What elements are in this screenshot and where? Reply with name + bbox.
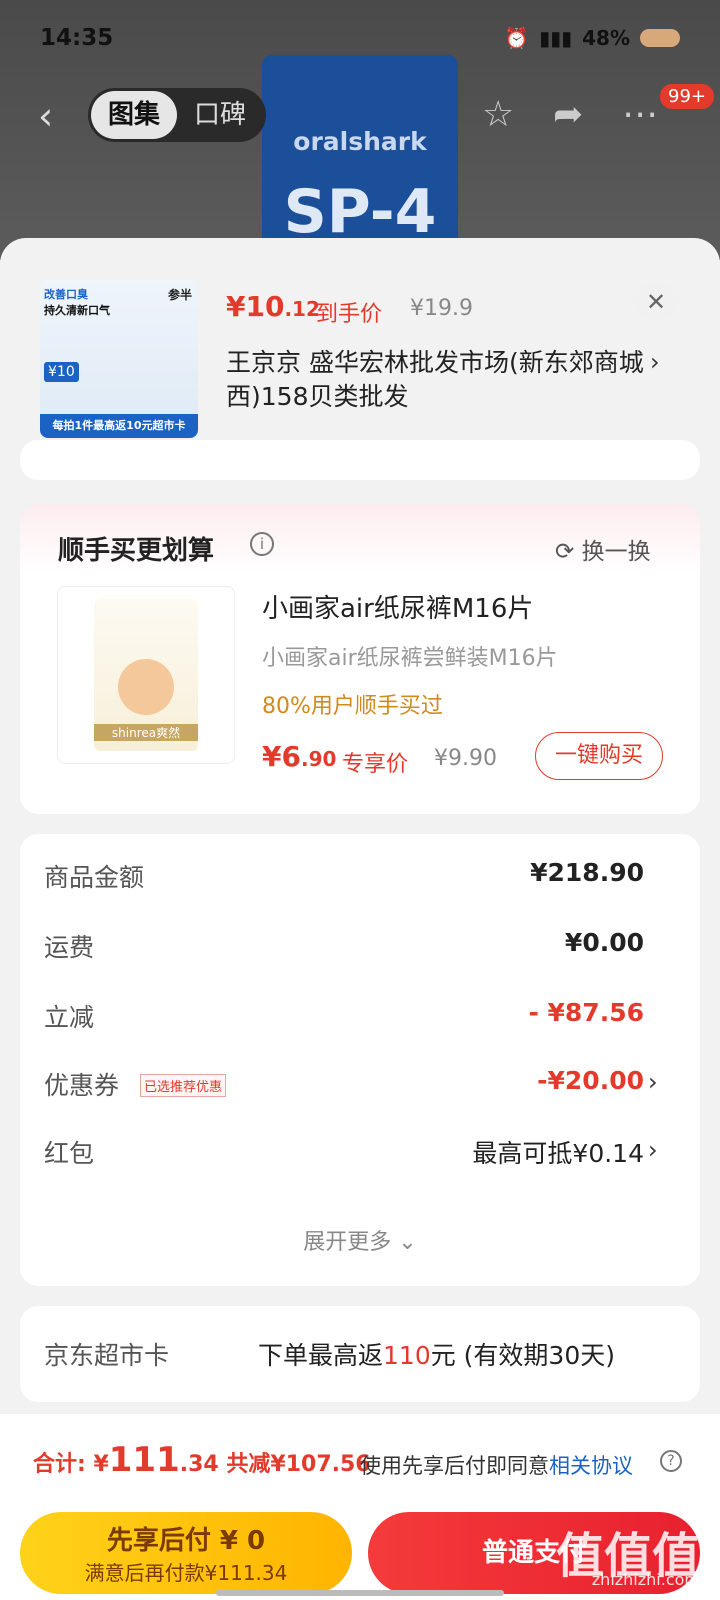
watermark-url: zhizhizhi.com <box>591 1570 700 1589</box>
discount-label: 立减 <box>44 1003 95 1032</box>
coupon-value: -¥20.00 <box>537 1066 644 1095</box>
top-nav: ‹ 图集 口碑 ☆ ➦ ⋯ <box>0 86 720 142</box>
original-price: ¥19.9 <box>410 296 473 321</box>
recommend-title: 顺手买更划算 <box>58 536 215 566</box>
jd-post: 元 (有效期30天) <box>430 1341 615 1370</box>
jd-card-label: 京东超市卡 <box>44 1341 170 1370</box>
diaper-box: shinrea爽然 <box>94 599 198 751</box>
coupon-label: 优惠券 <box>44 1071 120 1100</box>
pay-later-sub: 满意后再付款¥111.34 <box>84 1561 288 1585</box>
product-card-bottom <box>20 440 700 480</box>
discount-value: - ¥87.56 <box>528 998 644 1027</box>
final-price: ¥10.12 <box>226 290 320 323</box>
status-time: 14:35 <box>40 25 114 51</box>
agreement-text: 使用先享后付即同意相关协议 <box>360 1450 633 1480</box>
price-dec: .12 <box>284 297 320 321</box>
refresh-icon: ⟳ <box>555 539 582 565</box>
agree-pre: 使用先享后付即同意 <box>360 1454 549 1478</box>
shop-name[interactable]: 王京京 盛华宏林批发市场(新东郊商城西)158贝类批发 <box>226 346 656 414</box>
shipping-row: 运费 ¥0.00 <box>44 928 684 968</box>
rprice-int: ¥6 <box>262 740 301 773</box>
alarm-icon: ⏰ <box>504 26 530 50</box>
thumb-text: 改善口臭 <box>44 288 88 301</box>
total-int: 111 <box>108 1440 180 1480</box>
redpack-label: 红包 <box>44 1139 95 1168</box>
goods-amount-row: 商品金额 ¥218.90 <box>44 858 684 898</box>
product-thumbnail[interactable]: 改善口臭 持久清新口气 参半 ¥10 每拍1件最高返10元超市卡 <box>40 280 198 438</box>
battery-level: 48% <box>582 26 630 50</box>
star-icon[interactable]: ☆ <box>482 94 514 135</box>
total-label: 合计: ¥ <box>33 1452 109 1477</box>
thumb-banner: 每拍1件最高返10元超市卡 <box>40 414 198 438</box>
message-badge: 99+ <box>660 84 714 109</box>
thumb-price: ¥10 <box>44 362 79 382</box>
agreement-link[interactable]: 相关协议 <box>549 1454 633 1478</box>
home-indicator[interactable] <box>216 1590 504 1596</box>
hero-model: SP-4 <box>283 177 437 247</box>
battery-icon <box>640 29 680 47</box>
close-icon[interactable]: ✕ <box>636 282 676 322</box>
diaper-brand: shinrea爽然 <box>94 724 198 741</box>
shipping-value: ¥0.00 <box>564 928 644 957</box>
coupon-badge: 已选推荐优惠 <box>140 1074 227 1097</box>
jd-card-value: 下单最高返110元 (有效期30天) <box>258 1336 615 1372</box>
swap-button[interactable]: ⟳ 换一换 <box>555 532 651 566</box>
recommend-image[interactable]: shinrea爽然 <box>57 586 235 764</box>
jd-amount: 110 <box>383 1341 431 1370</box>
chevron-right-icon[interactable]: › <box>648 1136 658 1164</box>
redpack-row[interactable]: 红包 最高可抵¥0.14 <box>44 1134 684 1174</box>
price-int: ¥10 <box>226 290 285 323</box>
recommend-price: ¥6.90 <box>262 740 336 773</box>
recommend-percent: 80%用户顺手买过 <box>262 694 443 719</box>
rprice-dec: .90 <box>300 747 337 771</box>
recommend-subtitle: 小画家air纸尿裤尝鲜装M16片 <box>262 646 558 671</box>
total-amount: 合计: ¥111.34 共减¥107.56 <box>33 1440 371 1480</box>
share-icon[interactable]: ➦ <box>553 94 583 135</box>
jd-pre: 下单最高返 <box>258 1341 384 1370</box>
swap-label: 换一换 <box>581 539 651 565</box>
recommend-name[interactable]: 小画家air纸尿裤M16片 <box>262 588 533 625</box>
chevron-right-icon[interactable]: › <box>648 1068 658 1096</box>
shipping-label: 运费 <box>44 933 95 962</box>
expand-more-label: 展开更多 <box>303 1230 392 1255</box>
price-summary-card <box>20 834 700 1286</box>
back-arrow-icon[interactable]: ‹ <box>38 94 53 138</box>
recommend-price-tag: 专享价 <box>342 752 409 777</box>
chevron-down-icon: ⌄ <box>391 1230 417 1255</box>
total-saved: 共减¥107.56 <box>226 1452 371 1477</box>
thumb-brand: 参半 <box>167 288 192 302</box>
redpack-value: 最高可抵¥0.14 <box>472 1139 644 1168</box>
expand-more-button[interactable]: 展开更多 ⌄ <box>0 1224 720 1256</box>
goods-label: 商品金额 <box>44 863 145 892</box>
chevron-right-icon[interactable]: › <box>650 348 660 376</box>
signal-icon: ▮▮▮ <box>539 26 573 50</box>
thumb-text: 持久清新口气 <box>44 304 110 317</box>
pay-later-label: 先享后付 ¥ 0 <box>106 1526 266 1556</box>
tab-reviews[interactable]: 口碑 <box>177 91 263 139</box>
diaper-cartoon <box>118 659 174 715</box>
help-icon[interactable]: ? <box>660 1450 682 1472</box>
recommend-orig-price: ¥9.90 <box>434 746 497 771</box>
gallery-segment: 图集 口碑 <box>88 88 266 142</box>
coupon-row[interactable]: 优惠券 已选推荐优惠 -¥20.00 <box>44 1066 684 1106</box>
pay-later-button[interactable]: 先享后付 ¥ 0 满意后再付款¥111.34 <box>20 1512 352 1594</box>
tab-gallery[interactable]: 图集 <box>91 91 177 139</box>
final-price-tag: 到手价 <box>316 302 383 327</box>
discount-row: 立减 - ¥87.56 <box>44 998 684 1038</box>
one-click-buy-button[interactable]: 一键购买 <box>535 732 663 780</box>
status-bar: 14:35 ⏰ ▮▮▮ 48% <box>40 22 680 54</box>
goods-value: ¥218.90 <box>530 858 644 887</box>
more-icon[interactable]: ⋯ <box>622 94 658 135</box>
info-icon[interactable]: i <box>250 532 274 556</box>
total-dec: .34 <box>179 1452 219 1477</box>
